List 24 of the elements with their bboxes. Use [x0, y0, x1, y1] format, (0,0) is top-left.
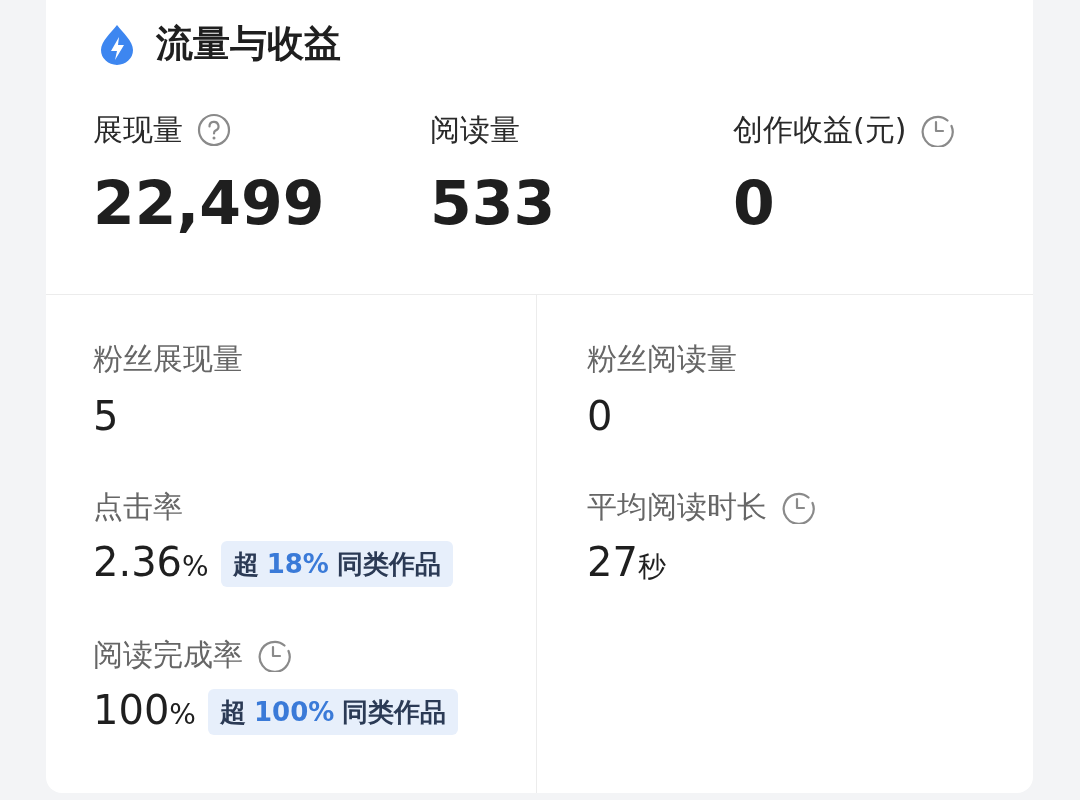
comparison-badge: 超 100% 同类作品 [207, 689, 459, 735]
metric-label: 阅读量 [430, 112, 520, 148]
clock-icon[interactable] [920, 113, 955, 147]
metric-label: 点击率 [93, 489, 183, 525]
metric-value: 5 [93, 393, 119, 439]
metric-label: 展现量 [93, 112, 183, 148]
metric-label: 平均阅读时长 [587, 489, 767, 525]
comparison-badge: 超 18% 同类作品 [220, 541, 453, 587]
metric-value: 22,499 [93, 170, 325, 236]
metric-value: 27秒 [587, 538, 666, 587]
section-title: 流量与收益 [156, 22, 341, 66]
droplet-lightning-icon [98, 23, 136, 65]
clock-icon[interactable] [781, 490, 815, 524]
help-icon[interactable] [197, 113, 231, 147]
metric-label: 粉丝阅读量 [587, 341, 737, 377]
metric-value: 0 [733, 170, 775, 236]
metric-value: 0 [587, 393, 613, 439]
clock-icon[interactable] [257, 638, 291, 672]
metric-label: 创作收益(元) [733, 112, 907, 148]
metric-label: 阅读完成率 [93, 637, 243, 673]
metric-label: 粉丝展现量 [93, 341, 243, 377]
metric-value: 100% [93, 686, 196, 735]
metric-value: 533 [430, 170, 556, 236]
metric-value: 2.36% [93, 538, 209, 587]
